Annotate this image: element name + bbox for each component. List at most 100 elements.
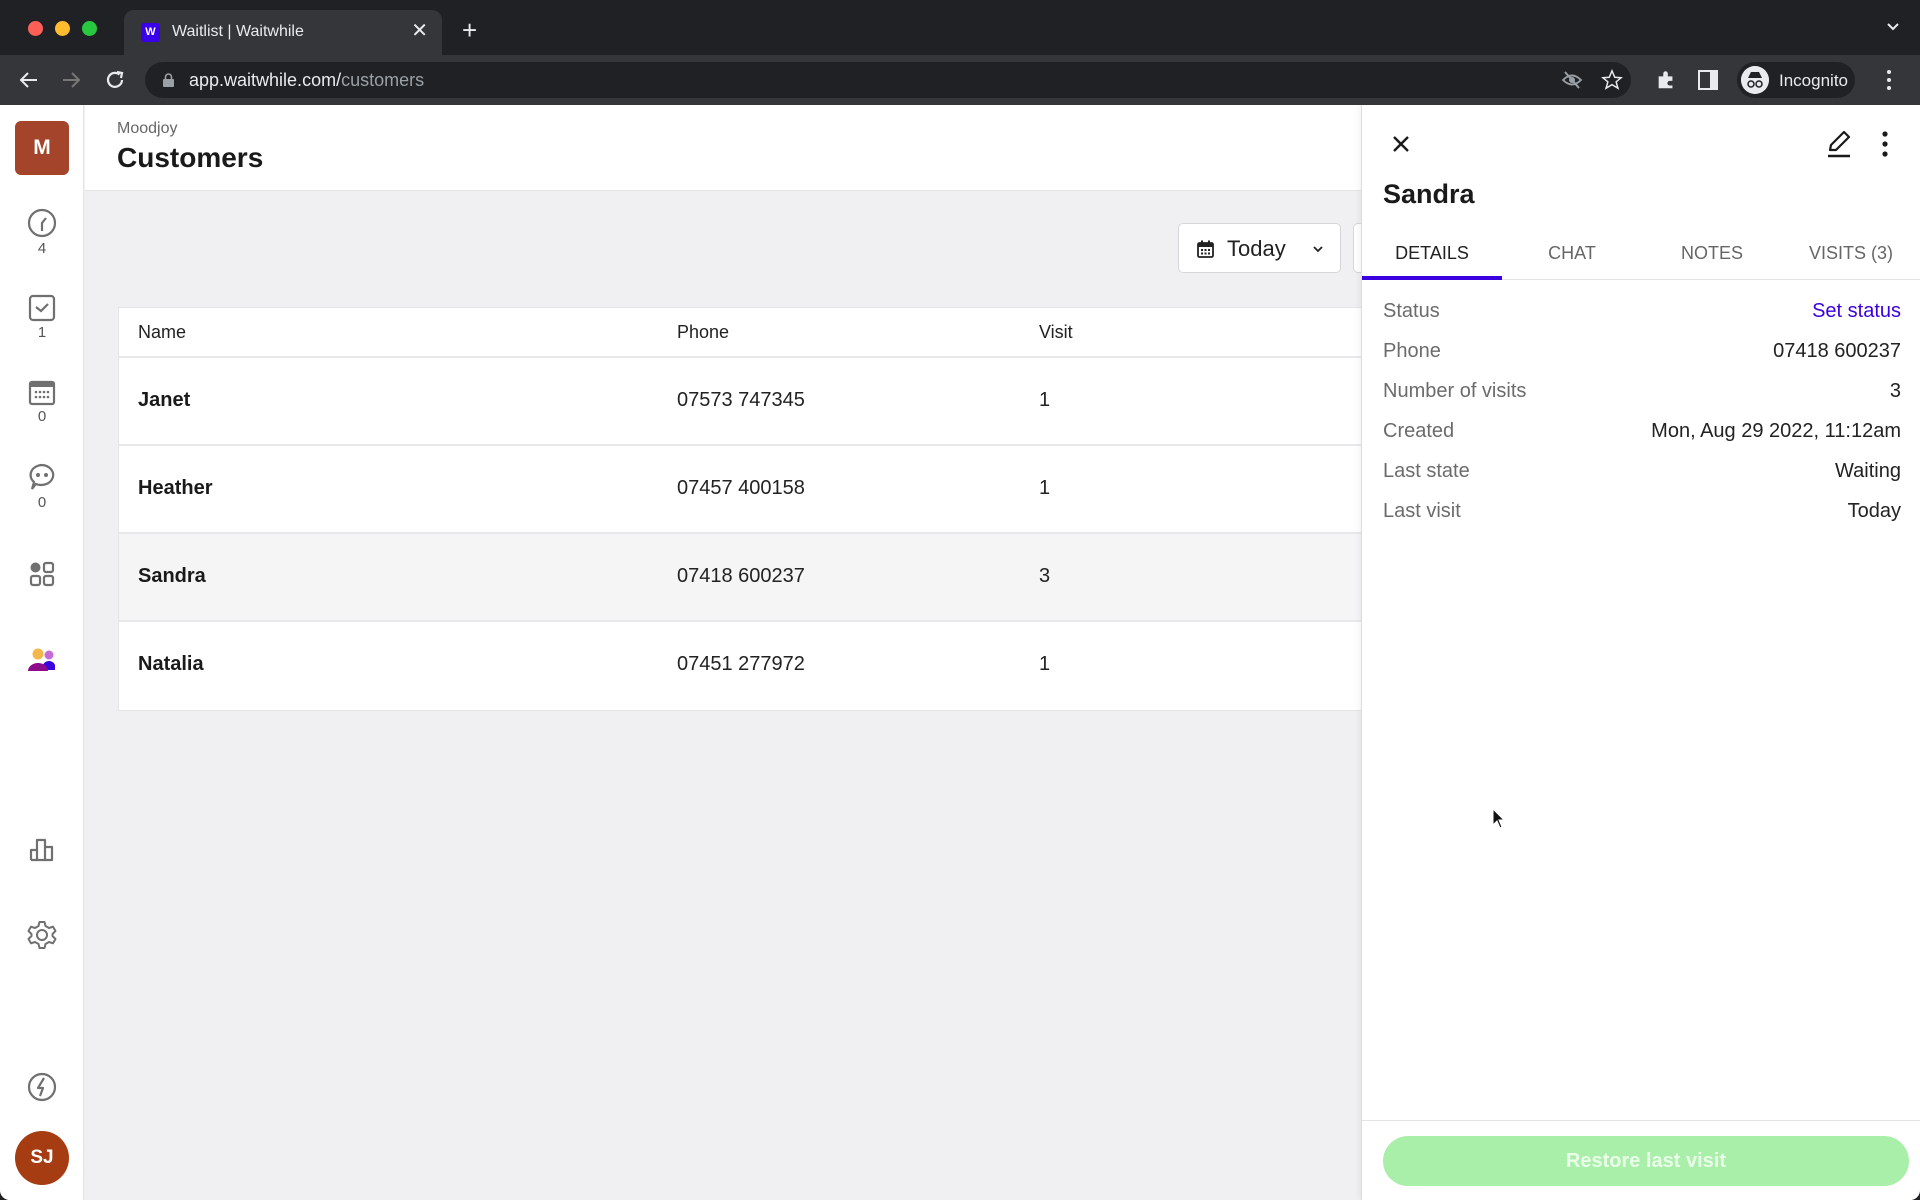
tab-notes[interactable]: NOTES bbox=[1642, 243, 1782, 264]
browser-tab[interactable]: W Waitlist | Waitwhile ✕ bbox=[124, 10, 442, 55]
waitlist-count: 4 bbox=[37, 240, 47, 257]
page-header: Moodjoy Customers bbox=[85, 105, 1361, 191]
detail-row-last-state: Last state Waiting bbox=[1383, 460, 1901, 500]
detail-value: Waiting bbox=[1835, 460, 1901, 482]
reload-icon[interactable] bbox=[103, 68, 127, 92]
minimize-window-button[interactable] bbox=[55, 21, 70, 36]
grid-icon bbox=[29, 561, 55, 587]
maximize-window-button[interactable] bbox=[82, 21, 97, 36]
mouse-cursor-icon bbox=[1492, 808, 1506, 829]
customer-visits: 1 bbox=[1039, 653, 1051, 675]
customer-name: Natalia bbox=[138, 653, 204, 675]
table-header: Name Phone Visit bbox=[119, 308, 1377, 358]
table-row[interactable]: Heather 07457 400158 1 bbox=[119, 446, 1377, 534]
customer-visits: 3 bbox=[1039, 565, 1051, 587]
page-title: Customers bbox=[117, 142, 264, 173]
detail-row-status: Status Set status bbox=[1383, 300, 1901, 340]
sidebar-item-served[interactable]: 1 bbox=[0, 294, 84, 341]
tab-search-chevron-icon[interactable] bbox=[1886, 20, 1900, 34]
extensions-puzzle-icon[interactable] bbox=[1655, 69, 1677, 91]
new-tab-button[interactable]: + bbox=[462, 17, 477, 43]
app-window: M 4 1 0 0 SJ Moodjoy Customers Today Nam… bbox=[0, 105, 1920, 1200]
tab-chat[interactable]: CHAT bbox=[1502, 243, 1642, 264]
eye-slash-icon[interactable] bbox=[1561, 70, 1583, 90]
sidebar-item-whats-new[interactable] bbox=[0, 1072, 84, 1102]
sidebar-item-analytics[interactable] bbox=[0, 835, 84, 863]
user-avatar[interactable]: SJ bbox=[15, 1131, 69, 1185]
bookmark-star-icon[interactable] bbox=[1601, 69, 1623, 91]
detail-value: Mon, Aug 29 2022, 11:12am bbox=[1651, 420, 1901, 442]
panel-tabs: DETAILS CHAT NOTES VISITS (3) bbox=[1362, 230, 1920, 280]
table-row-selected[interactable]: Sandra 07418 600237 3 bbox=[119, 534, 1377, 622]
tab-details[interactable]: DETAILS bbox=[1362, 243, 1502, 264]
calendar-icon bbox=[28, 380, 56, 406]
detail-value: 07418 600237 bbox=[1773, 340, 1901, 362]
table-row[interactable]: Natalia 07451 277972 1 bbox=[119, 622, 1377, 710]
detail-label: Created bbox=[1383, 420, 1455, 442]
calendar-icon bbox=[1197, 240, 1214, 258]
column-header-phone[interactable]: Phone bbox=[677, 322, 729, 343]
url-host: app.waitwhile.com/ bbox=[189, 70, 342, 90]
check-square-icon bbox=[28, 294, 56, 322]
lightning-icon bbox=[27, 1072, 57, 1102]
browser-menu-icon[interactable] bbox=[1885, 69, 1893, 91]
customer-name: Sandra bbox=[138, 565, 206, 587]
back-arrow-icon[interactable] bbox=[17, 68, 41, 92]
bar-chart-icon bbox=[29, 838, 54, 862]
chat-bubble-icon bbox=[29, 463, 55, 490]
incognito-icon bbox=[1741, 66, 1769, 94]
more-vertical-icon[interactable] bbox=[1879, 129, 1891, 159]
customer-detail-panel: Sandra DETAILS CHAT NOTES VISITS (3) Sta… bbox=[1361, 105, 1920, 1200]
forward-arrow-icon[interactable] bbox=[59, 68, 83, 92]
edit-pencil-icon[interactable] bbox=[1825, 129, 1853, 159]
column-header-visit[interactable]: Visit bbox=[1039, 322, 1073, 343]
side-panel-icon[interactable] bbox=[1698, 70, 1718, 90]
detail-row-last-visit: Last visit Today bbox=[1383, 500, 1901, 540]
sidebar-item-bookings[interactable]: 0 bbox=[0, 378, 84, 425]
detail-row-phone: Phone 07418 600237 bbox=[1383, 340, 1901, 380]
org-name: Moodjoy bbox=[117, 120, 178, 137]
chevron-down-icon bbox=[1313, 246, 1323, 253]
org-avatar[interactable]: M bbox=[15, 121, 69, 175]
customer-phone: 07451 277972 bbox=[677, 653, 805, 675]
url-text: app.waitwhile.com/customers bbox=[189, 70, 424, 91]
detail-label: Phone bbox=[1383, 340, 1441, 362]
gear-icon bbox=[27, 921, 57, 949]
profile-label: Incognito bbox=[1779, 71, 1848, 90]
restore-last-visit-button[interactable]: Restore last visit bbox=[1383, 1136, 1909, 1186]
waitwhile-favicon-icon: W bbox=[141, 23, 160, 42]
detail-label: Status bbox=[1383, 300, 1440, 322]
bookings-count: 0 bbox=[37, 408, 47, 425]
sidebar: M 4 1 0 0 SJ bbox=[0, 105, 84, 1200]
customer-name: Heather bbox=[138, 477, 213, 499]
customer-visits: 1 bbox=[1039, 477, 1051, 499]
close-icon[interactable] bbox=[1389, 132, 1413, 156]
detail-label: Last state bbox=[1383, 460, 1470, 482]
column-header-name[interactable]: Name bbox=[138, 322, 186, 343]
customers-table: Name Phone Visit Janet 07573 747345 1 He… bbox=[118, 307, 1378, 711]
tab-close-icon[interactable]: ✕ bbox=[411, 20, 428, 42]
active-tab-indicator bbox=[1362, 276, 1502, 280]
detail-label: Number of visits bbox=[1383, 380, 1527, 402]
sidebar-item-waitlist[interactable]: 4 bbox=[0, 208, 84, 257]
customer-name-heading: Sandra bbox=[1383, 179, 1475, 209]
panel-footer: Restore last visit bbox=[1362, 1120, 1920, 1200]
customer-phone: 07457 400158 bbox=[677, 477, 805, 499]
incognito-profile-button[interactable]: Incognito bbox=[1737, 62, 1855, 98]
sidebar-item-apps[interactable] bbox=[0, 560, 84, 588]
sidebar-item-messages[interactable]: 0 bbox=[0, 462, 84, 511]
detail-row-visits: Number of visits 3 bbox=[1383, 380, 1901, 420]
messages-count: 0 bbox=[37, 494, 47, 511]
close-window-button[interactable] bbox=[28, 21, 43, 36]
date-filter-label: Today bbox=[1227, 236, 1286, 261]
set-status-link[interactable]: Set status bbox=[1812, 300, 1901, 323]
detail-value: Today bbox=[1847, 500, 1901, 522]
sidebar-item-customers[interactable] bbox=[0, 646, 84, 674]
address-bar[interactable]: app.waitwhile.com/customers bbox=[145, 62, 1631, 98]
sidebar-item-settings[interactable] bbox=[0, 919, 84, 951]
table-row[interactable]: Janet 07573 747345 1 bbox=[119, 358, 1377, 446]
browser-toolbar: app.waitwhile.com/customers Incognito bbox=[0, 55, 1920, 105]
tab-visits[interactable]: VISITS (3) bbox=[1781, 243, 1920, 264]
date-filter-dropdown[interactable]: Today bbox=[1178, 223, 1341, 273]
detail-value: 3 bbox=[1889, 380, 1901, 402]
